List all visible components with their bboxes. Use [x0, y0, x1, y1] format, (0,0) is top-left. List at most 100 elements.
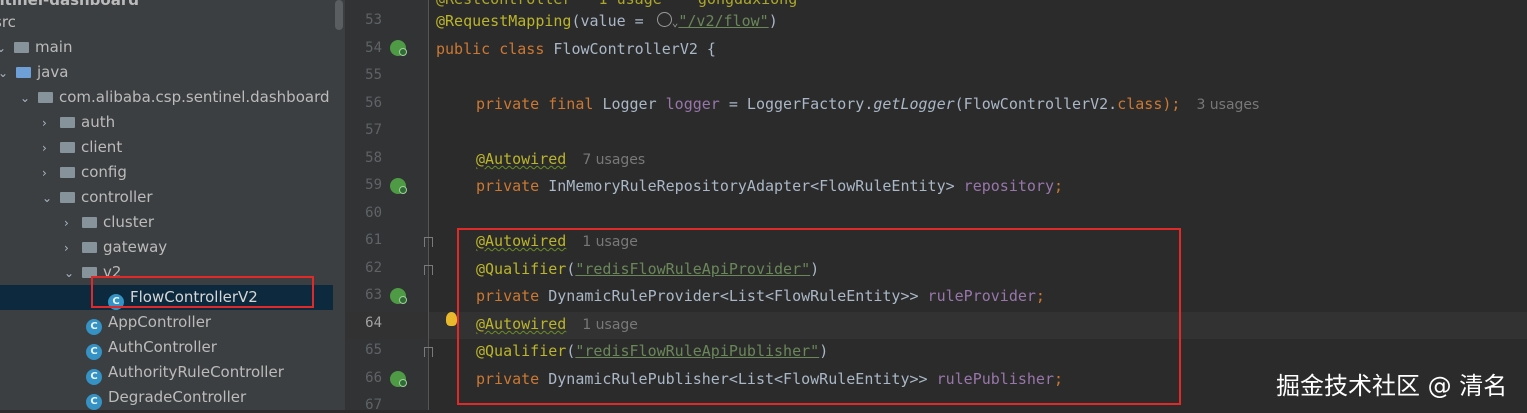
- package-icon: [82, 242, 97, 253]
- tree-item-label: java: [37, 63, 69, 81]
- spring-bean-icon[interactable]: [390, 40, 407, 56]
- keyword: private final: [476, 95, 603, 113]
- chevron-down-icon[interactable]: ⌄: [0, 36, 14, 61]
- folder-icon: [14, 42, 29, 53]
- line-number: 60: [365, 205, 382, 221]
- tree-item-label: auth: [81, 113, 116, 131]
- string-literal[interactable]: "/v2/flow": [678, 12, 768, 30]
- lightbulb-icon[interactable]: [446, 312, 457, 326]
- package-icon: [60, 167, 75, 178]
- tree-item-auth[interactable]: › auth: [42, 110, 115, 135]
- tree-item-label: cluster: [103, 213, 155, 231]
- project-root-label[interactable]: ntinel-dashboard: [0, 0, 139, 13]
- line-number: 65: [365, 342, 382, 358]
- tree-item-src[interactable]: src: [0, 10, 16, 35]
- tree-scrollbar[interactable]: [333, 0, 345, 410]
- chevron-down-icon[interactable]: ⌄: [64, 261, 82, 286]
- package-icon: [60, 192, 75, 203]
- highlight-box-code: [457, 228, 1181, 405]
- chevron-right-icon[interactable]: ›: [64, 236, 82, 261]
- code-line-56[interactable]: private final Logger logger = LoggerFact…: [476, 95, 1259, 113]
- line-number: 54: [365, 40, 382, 56]
- line-number: 59: [365, 177, 382, 193]
- tree-item-label: AuthController: [108, 338, 217, 356]
- keyword: class: [1117, 95, 1163, 113]
- tree-item-label: gateway: [103, 238, 168, 256]
- tree-item-authorityrulecontroller[interactable]: C AuthorityRuleController: [86, 360, 284, 385]
- tree-item-main[interactable]: ⌄ main: [0, 35, 72, 60]
- line-number-current: 64: [365, 315, 382, 331]
- package-icon: [82, 217, 97, 228]
- fold-marker-icon[interactable]: [424, 265, 433, 275]
- chevron-down-icon[interactable]: ⌄: [42, 186, 60, 211]
- field-name: repository: [963, 177, 1054, 195]
- tree-item-label: AppController: [108, 313, 212, 331]
- project-tree-panel: ntinel-dashboard src ⌄ main ⌄ java ⌄ com.al…: [0, 0, 333, 410]
- package-icon: [60, 142, 75, 153]
- code-text: FlowControllerV2 {: [553, 40, 716, 58]
- keyword: private: [476, 177, 549, 195]
- tree-item-authcontroller[interactable]: C AuthController: [86, 335, 217, 360]
- tree-item-controller[interactable]: ⌄ controller: [42, 185, 153, 210]
- class-icon: C: [86, 344, 102, 360]
- chevron-right-icon[interactable]: ›: [42, 111, 60, 136]
- code-text: ): [768, 12, 778, 30]
- package-icon: [60, 117, 75, 128]
- code-text: = LoggerFactory.: [719, 95, 874, 113]
- code-line-59[interactable]: private InMemoryRuleRepositoryAdapter<Fl…: [476, 177, 1063, 195]
- tree-scrollbar-thumb[interactable]: [335, 0, 343, 30]
- type-name: Logger: [602, 95, 666, 113]
- watermark: 掘金技术社区 @ 清名: [1276, 372, 1508, 400]
- line-number: 61: [365, 232, 382, 248]
- chevron-right-icon[interactable]: ›: [42, 136, 60, 161]
- code-line-53[interactable]: @RequestMapping(value = ⌄"/v2/flow"): [436, 12, 778, 30]
- tree-item-label: com.alibaba.csp.sentinel.dashboard: [59, 88, 330, 106]
- class-icon: C: [86, 394, 102, 410]
- tree-item-label: AuthorityRuleController: [108, 363, 284, 381]
- chevron-down-icon[interactable]: ⌄: [20, 86, 38, 111]
- code-text: ;: [1053, 177, 1064, 195]
- line-number: 57: [365, 122, 382, 138]
- line-number: 56: [365, 95, 382, 111]
- package-icon: [38, 92, 53, 103]
- code-text: (value =: [571, 12, 653, 30]
- usage-hint[interactable]: 7 usages: [582, 152, 645, 168]
- tree-item-appcontroller[interactable]: C AppController: [86, 310, 211, 335]
- spring-bean-icon[interactable]: [390, 178, 407, 194]
- tree-item-label: DegradeController: [108, 388, 247, 406]
- tree-item-degradecontroller[interactable]: C DegradeController: [86, 385, 246, 410]
- code-text: (FlowControllerV2.: [954, 95, 1118, 113]
- tree-item-dashboard-package[interactable]: ⌄ com.alibaba.csp.sentinel.dashboard: [20, 85, 330, 110]
- source-folder-icon: [16, 67, 31, 78]
- tree-item-java[interactable]: ⌄ java: [0, 60, 68, 85]
- highlight-box-tree: [91, 276, 314, 308]
- spring-bean-icon[interactable]: [390, 288, 407, 304]
- fold-marker-icon[interactable]: [424, 237, 433, 247]
- class-icon: C: [86, 369, 102, 385]
- tree-item-label: main: [35, 38, 73, 56]
- annotation: @Autowired: [476, 150, 567, 168]
- line-number: 66: [365, 370, 382, 386]
- tree-item-gateway[interactable]: › gateway: [64, 235, 167, 260]
- tree-item-client[interactable]: › client: [42, 135, 122, 160]
- code-line-58[interactable]: @Autowired 7 usages: [476, 150, 645, 168]
- line-number: 55: [365, 67, 382, 83]
- chevron-down-icon[interactable]: ⌄: [0, 61, 16, 86]
- globe-icon[interactable]: [656, 12, 672, 27]
- fold-marker-icon[interactable]: [424, 347, 433, 357]
- field-name: logger: [665, 95, 720, 113]
- spring-bean-icon[interactable]: [390, 371, 407, 387]
- tree-item-label: src: [0, 13, 16, 31]
- line-number: 63: [365, 287, 382, 303]
- project-root-text: ntinel-dashboard: [0, 0, 139, 9]
- line-number: 67: [365, 397, 382, 413]
- tree-item-label: controller: [81, 188, 153, 206]
- tree-item-cluster[interactable]: › cluster: [64, 210, 154, 235]
- chevron-right-icon[interactable]: ›: [64, 211, 82, 236]
- usage-hint[interactable]: 3 usages: [1196, 97, 1259, 113]
- code-line-54[interactable]: public class FlowControllerV2 {: [436, 40, 716, 58]
- tree-item-config[interactable]: › config: [42, 160, 127, 185]
- annotation: @RequestMapping: [436, 12, 572, 30]
- chevron-right-icon[interactable]: ›: [42, 161, 60, 186]
- line-number: 58: [365, 150, 382, 166]
